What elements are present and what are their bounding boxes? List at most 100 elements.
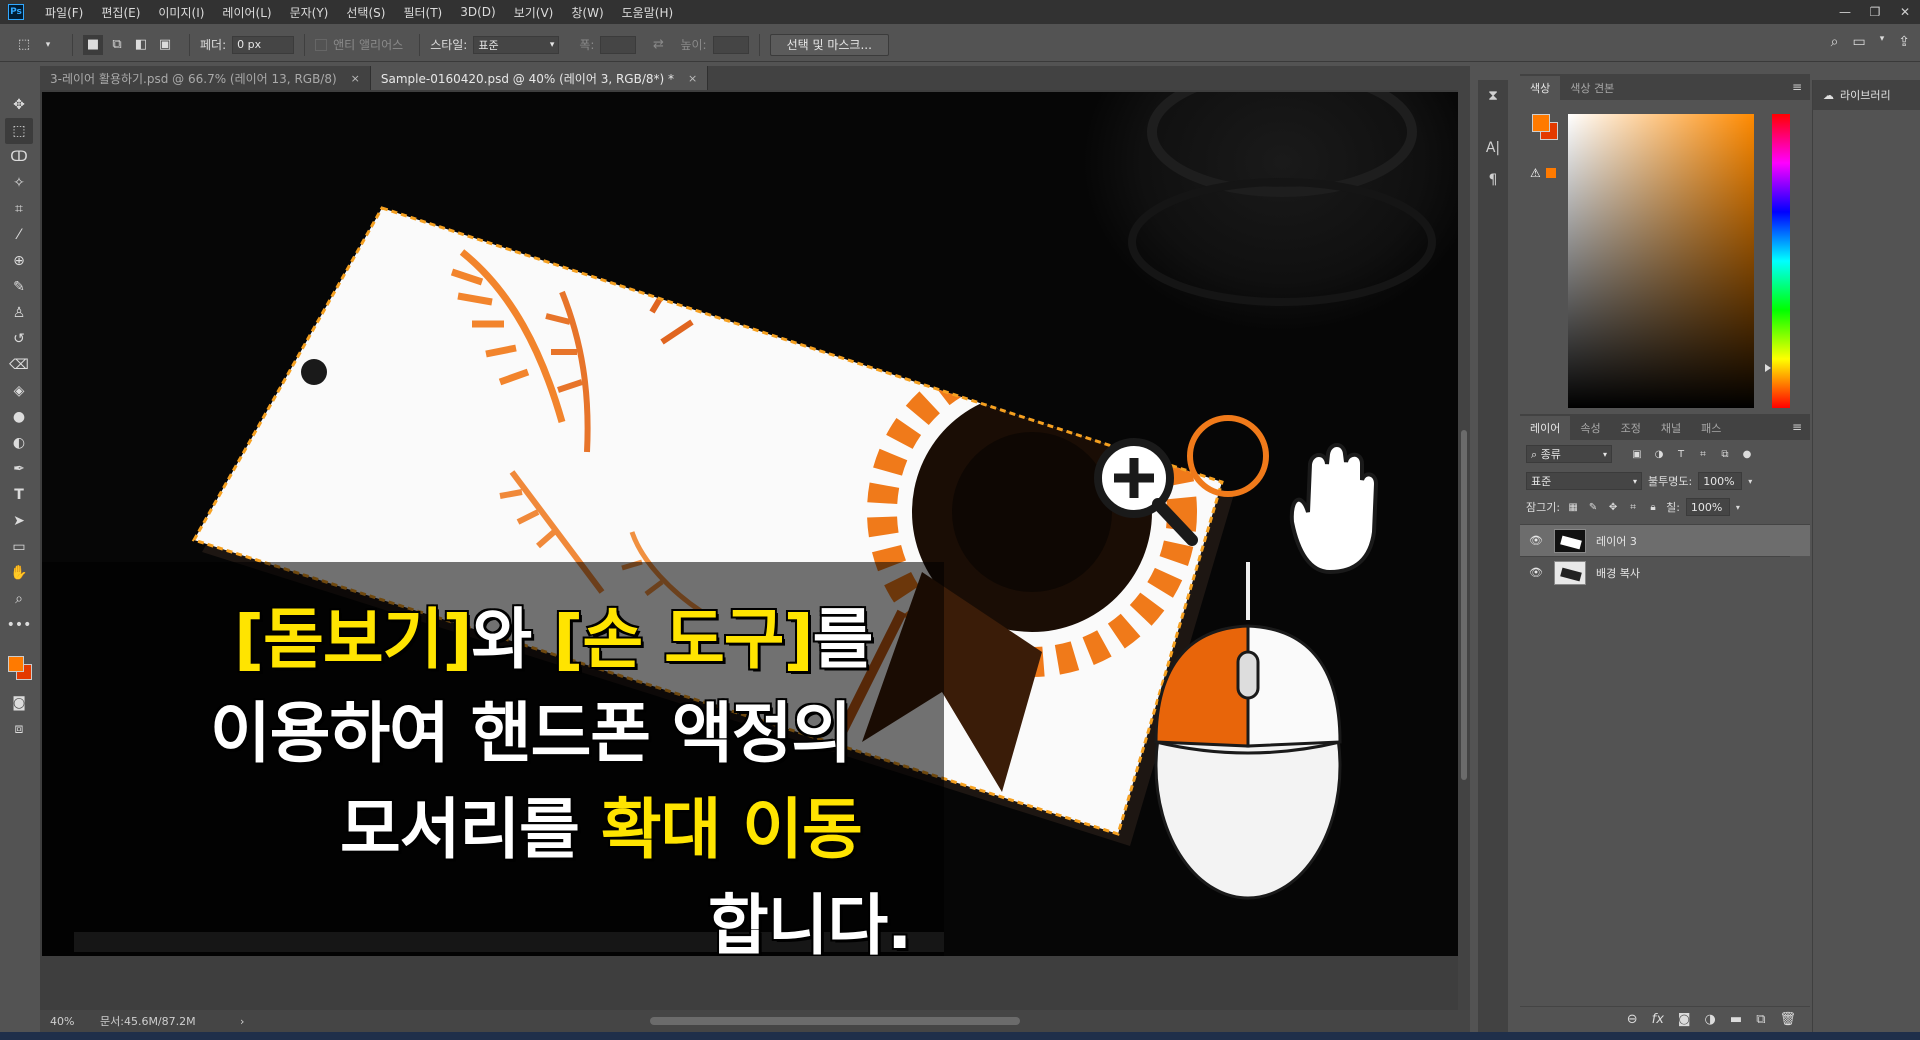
share-icon[interactable]: ⇪	[1898, 34, 1910, 50]
opacity-input[interactable]: 100%	[1698, 472, 1743, 490]
chevron-down-icon[interactable]: ▾	[1748, 477, 1752, 486]
eraser-tool-icon[interactable]: ⌫	[5, 352, 33, 378]
style-select[interactable]: 표준 ▾	[473, 35, 560, 54]
new-selection-icon[interactable]: ■	[83, 34, 103, 55]
close-icon[interactable]: ✕	[1890, 0, 1920, 24]
chevron-down-icon[interactable]: ▾	[1736, 503, 1740, 512]
magic-wand-tool-icon[interactable]: ✧	[5, 170, 33, 196]
lock-all-icon[interactable]: 🔒︎	[1646, 500, 1660, 514]
vertical-scrollbar[interactable]	[1458, 90, 1470, 1010]
tab-color[interactable]: 색상	[1520, 76, 1561, 100]
panel-menu-icon[interactable]: ≡	[1792, 420, 1802, 434]
color-picker-field[interactable]	[1568, 114, 1754, 408]
dodge-tool-icon[interactable]: ◐	[5, 430, 33, 456]
tab-channels[interactable]: 채널	[1651, 416, 1691, 440]
history-brush-tool-icon[interactable]: ↺	[5, 326, 33, 352]
lock-position-icon[interactable]: ✥	[1606, 500, 1620, 514]
layer-row-background-copy[interactable]: 👁︎ 배경 복사	[1520, 556, 1790, 588]
search-icon[interactable]: ⌕	[1831, 34, 1839, 50]
paint-bucket-tool-icon[interactable]: ◈	[5, 378, 33, 404]
marquee-tool-icon[interactable]: ⬚	[5, 118, 33, 144]
feather-input[interactable]: 0 px	[232, 35, 295, 54]
height-input[interactable]	[712, 35, 749, 54]
tab-document-2[interactable]: Sample-0160420.psd @ 40% (레이어 3, RGB/8*)…	[370, 66, 709, 90]
horizontal-scrollbar[interactable]	[650, 1017, 1020, 1025]
status-menu-arrow[interactable]: ›	[240, 1015, 244, 1028]
zoom-tool-icon[interactable]: ⌕	[5, 586, 33, 612]
close-icon[interactable]: ×	[351, 72, 360, 85]
document-canvas[interactable]: [돋보기]와 [손 도구]를 이용하여 핸드폰 액정의 모서리를 확대 이동 합…	[42, 92, 1464, 956]
pen-tool-icon[interactable]: ✒	[5, 456, 33, 482]
menu-view[interactable]: 보기(V)	[505, 4, 563, 21]
menu-select[interactable]: 선택(S)	[337, 4, 394, 21]
menu-filter[interactable]: 필터(T)	[394, 4, 451, 21]
scroll-thumb[interactable]	[1461, 430, 1467, 780]
link-layers-icon[interactable]: ⊖	[1627, 1012, 1638, 1027]
menu-image[interactable]: 이미지(I)	[149, 4, 213, 21]
close-icon[interactable]: ×	[688, 72, 697, 85]
add-mask-icon[interactable]: ◙	[1678, 1012, 1691, 1027]
hue-slider[interactable]	[1772, 114, 1790, 408]
filter-toggle-icon[interactable]: ●	[1740, 447, 1754, 461]
subtract-selection-icon[interactable]: ◧	[131, 35, 151, 55]
menu-edit[interactable]: 편집(E)	[92, 4, 149, 21]
new-adjustment-icon[interactable]: ◑	[1705, 1012, 1716, 1027]
path-selection-tool-icon[interactable]: ➤	[5, 508, 33, 534]
brush-tool-icon[interactable]: ✎	[5, 274, 33, 300]
workspace-icon[interactable]: ▭	[1853, 34, 1866, 50]
hand-tool-icon[interactable]: ✋	[5, 560, 33, 586]
layer-filter-select[interactable]: ⌕ 종류 ▾	[1526, 445, 1612, 463]
visibility-eye-icon[interactable]: 👁︎	[1528, 534, 1544, 547]
shape-filter-icon[interactable]: ⌗	[1696, 447, 1710, 461]
lock-image-icon[interactable]: ✎	[1586, 500, 1600, 514]
fill-input[interactable]: 100%	[1685, 498, 1730, 516]
menu-file[interactable]: 파일(F)	[36, 4, 92, 21]
new-group-icon[interactable]: ▬	[1730, 1012, 1742, 1027]
move-tool-icon[interactable]: ✥	[5, 92, 33, 118]
visibility-eye-icon[interactable]: 👁︎	[1528, 566, 1544, 579]
tab-swatches[interactable]: 색상 견본	[1560, 76, 1624, 100]
canvas-area[interactable]: [돋보기]와 [손 도구]를 이용하여 핸드폰 액정의 모서리를 확대 이동 합…	[40, 90, 1465, 1010]
lock-artboard-icon[interactable]: ⌗	[1626, 500, 1640, 514]
crop-tool-icon[interactable]: ⌗	[5, 196, 33, 222]
gamut-swatch[interactable]	[1546, 168, 1556, 178]
foreground-color-swatch[interactable]	[1532, 114, 1550, 132]
hue-slider-handle[interactable]	[1765, 364, 1771, 372]
swap-dimensions-icon[interactable]: ⇄	[648, 35, 668, 55]
tab-paths[interactable]: 패스	[1691, 416, 1731, 440]
type-filter-icon[interactable]: T	[1674, 447, 1688, 461]
trash-icon[interactable]: 🗑︎	[1779, 1012, 1796, 1027]
adjustment-filter-icon[interactable]: ◑	[1652, 447, 1666, 461]
tab-document-1[interactable]: 3-레이어 활용하기.psd @ 66.7% (레이어 13, RGB/8) ×	[40, 66, 371, 90]
select-and-mask-button[interactable]: 선택 및 마스크...	[769, 33, 889, 56]
layer-row-layer-3[interactable]: 👁︎ 레이어 3	[1520, 524, 1810, 556]
intersect-selection-icon[interactable]: ▣	[155, 35, 175, 55]
blur-tool-icon[interactable]: ●	[5, 404, 33, 430]
menu-window[interactable]: 창(W)	[562, 4, 612, 21]
healing-tool-icon[interactable]: ⊕	[5, 248, 33, 274]
history-panel-icon[interactable]: ⧗	[1488, 88, 1498, 104]
antialias-checkbox[interactable]	[315, 38, 328, 51]
character-panel-icon[interactable]: A|	[1486, 140, 1500, 156]
paragraph-panel-icon[interactable]: ¶	[1489, 172, 1498, 188]
new-layer-icon[interactable]: ⧉	[1756, 1012, 1765, 1027]
zoom-level[interactable]: 40%	[40, 1015, 100, 1028]
image-filter-icon[interactable]: ▣	[1630, 447, 1644, 461]
smart-object-filter-icon[interactable]: ⧉	[1718, 447, 1732, 461]
width-input[interactable]	[600, 35, 637, 54]
layer-effects-icon[interactable]: fx	[1652, 1012, 1664, 1027]
screen-mode-icon[interactable]: ⧈	[5, 716, 33, 742]
menu-layer[interactable]: 레이어(L)	[213, 4, 280, 21]
tab-properties[interactable]: 속성	[1570, 416, 1610, 440]
more-tools-icon[interactable]: •••	[5, 612, 33, 638]
chevron-down-icon[interactable]: ▾	[38, 35, 58, 55]
menu-type[interactable]: 문자(Y)	[281, 4, 338, 21]
menu-3d[interactable]: 3D(D)	[451, 5, 504, 19]
tab-libraries[interactable]: ☁ 라이브러리	[1813, 80, 1920, 110]
restore-icon[interactable]: ❐	[1860, 0, 1890, 24]
rectangle-tool-icon[interactable]: ▭	[5, 534, 33, 560]
panel-menu-icon[interactable]: ≡	[1792, 80, 1802, 94]
tab-adjustments[interactable]: 조정	[1611, 416, 1651, 440]
tab-layers[interactable]: 레이어	[1520, 416, 1571, 440]
lasso-tool-icon[interactable]: ↀ	[5, 144, 33, 170]
